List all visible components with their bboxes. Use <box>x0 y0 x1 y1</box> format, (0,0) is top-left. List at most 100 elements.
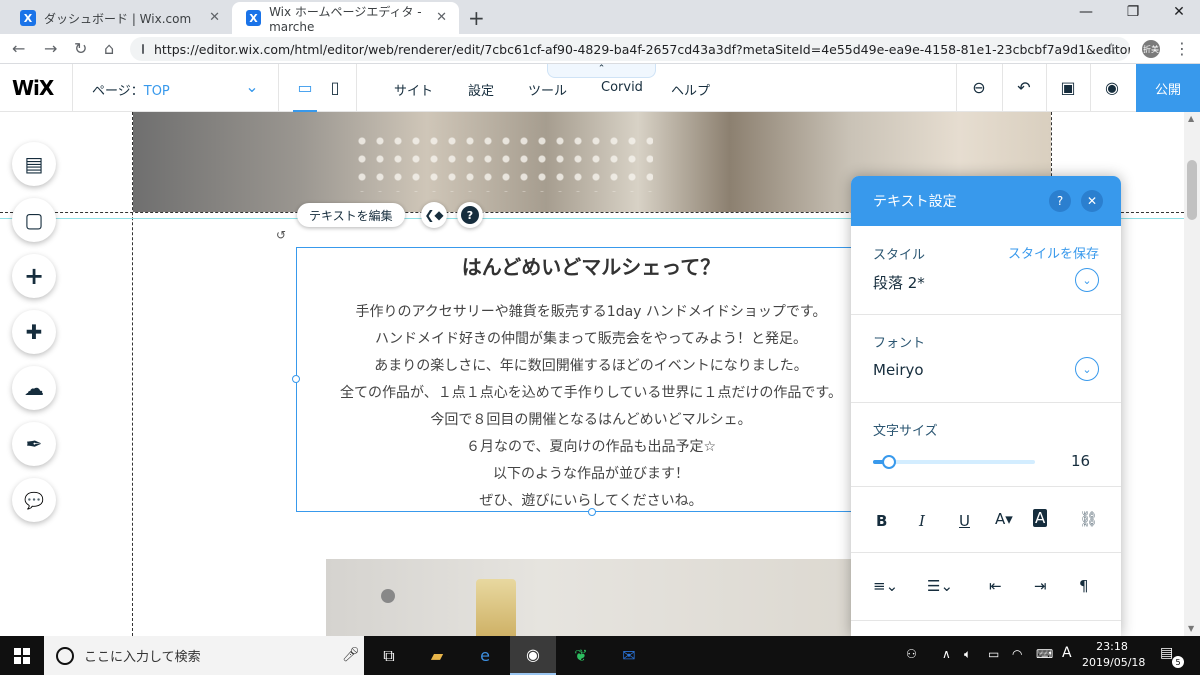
indent-icon[interactable]: ⇥ <box>1034 577 1047 595</box>
more-menu-icon[interactable]: ⋮ <box>1174 39 1190 58</box>
close-tab-icon[interactable]: ✕ <box>436 10 447 25</box>
file-explorer-icon[interactable]: ▰ <box>414 636 460 675</box>
desktop-view-icon[interactable]: ▭ <box>295 78 315 97</box>
help-button[interactable]: ? <box>457 202 483 228</box>
highlight-color-icon[interactable]: A <box>1033 509 1048 527</box>
animation-icon[interactable]: ❮◆ <box>421 202 447 228</box>
font-dropdown-chevron-icon[interactable]: ⌄ <box>1075 357 1099 381</box>
font-size-value[interactable]: 16 <box>1071 452 1090 470</box>
scroll-up-icon[interactable]: ▲ <box>1188 114 1194 123</box>
menu-help[interactable]: ヘルプ <box>671 80 710 99</box>
wifi-icon[interactable]: ◠ <box>1012 647 1022 661</box>
battery-icon[interactable]: ▭ <box>988 647 999 661</box>
add-apps-button[interactable]: ✚ <box>12 310 56 354</box>
font-size-slider[interactable] <box>873 455 1035 469</box>
text-color-icon[interactable]: A▾ <box>995 510 1013 528</box>
font-value[interactable]: Meiryo <box>873 361 924 379</box>
earring-product-image[interactable] <box>326 559 866 636</box>
back-icon[interactable]: ← <box>12 39 25 58</box>
slider-handle[interactable] <box>882 455 896 469</box>
paragraph-line[interactable]: ぜひ、遊びにいらしてくださいね。 <box>296 490 886 510</box>
close-tab-icon[interactable]: ✕ <box>209 10 220 25</box>
media-upload-button[interactable]: ☁ <box>12 366 56 410</box>
windows-start-icon[interactable] <box>14 648 30 664</box>
restore-icon[interactable]: ❐ <box>1110 4 1156 20</box>
blog-button[interactable]: ✒ <box>12 422 56 466</box>
outlook-icon[interactable]: ✉ <box>606 636 652 675</box>
background-button[interactable]: ▢ <box>12 198 56 242</box>
scroll-down-icon[interactable]: ▼ <box>1188 624 1194 633</box>
canvas-scrollbar[interactable]: ▲ ▼ <box>1184 112 1200 636</box>
close-window-icon[interactable]: ✕ <box>1156 4 1200 20</box>
keyboard-icon[interactable]: ⌨ <box>1036 647 1053 661</box>
edit-text-button[interactable]: テキストを編集 <box>297 203 405 227</box>
forward-icon[interactable]: → <box>44 39 57 58</box>
taskbar-search-input[interactable]: ここに入力して検索 🎤︎ <box>44 636 364 675</box>
volume-icon[interactable]: 🔈︎ <box>964 647 971 662</box>
publish-button[interactable]: 公開 <box>1136 64 1200 112</box>
add-element-button[interactable]: + <box>12 254 56 298</box>
menu-tools[interactable]: ツール <box>528 80 567 99</box>
divider <box>956 64 957 112</box>
style-value[interactable]: 段落 2* <box>873 272 925 293</box>
chrome-icon[interactable]: ◉ <box>510 636 556 675</box>
paragraph-line[interactable]: 手作りのアクセサリーや雑貨を販売する1day ハンドメイドショップです。 <box>296 301 886 321</box>
avatar[interactable]: 折美 <box>1142 40 1160 58</box>
preview-eye-icon[interactable]: ◉ <box>1102 78 1122 97</box>
link-icon[interactable]: ⛓ <box>1079 510 1098 528</box>
align-center-icon[interactable]: ≡⌄ <box>873 577 898 595</box>
page-selector[interactable]: ページ：TOP <box>92 80 170 99</box>
chevron-down-icon[interactable]: ⌄ <box>242 77 262 96</box>
tab-dashboard[interactable]: X ダッシュボード | Wix.com ✕ <box>6 2 232 34</box>
menu-corvid[interactable]: Corvid <box>601 80 643 95</box>
text-direction-icon[interactable]: ¶ <box>1079 577 1089 595</box>
bullet-list-icon[interactable]: ☰⌄ <box>927 577 953 595</box>
task-view-icon[interactable]: ⧉ <box>366 636 412 675</box>
ime-indicator[interactable]: A <box>1062 645 1072 661</box>
show-hidden-icons[interactable]: ∧ <box>942 647 951 661</box>
minimize-icon[interactable]: — <box>1063 4 1109 20</box>
panel-close-icon[interactable]: ✕ <box>1081 190 1103 212</box>
url-field[interactable]: https://editor.wix.com/html/editor/web/r… <box>130 37 1130 61</box>
font-size-label: 文字サイズ <box>873 424 938 439</box>
people-icon[interactable]: ⚇ <box>906 647 917 661</box>
mobile-view-icon[interactable]: ▯ <box>325 78 345 97</box>
underline-button[interactable]: U <box>959 512 970 530</box>
paragraph-line[interactable]: あまりの楽しさに、年に数回開催するほどのイベントになりました。 <box>296 355 886 375</box>
outdent-icon[interactable]: ⇤ <box>989 577 1002 595</box>
undo-icon[interactable]: ↶ <box>1014 78 1034 97</box>
chat-button[interactable]: 💬 <box>12 478 56 522</box>
text-settings-panel: テキスト設定 ? ✕ スタイル スタイルを保存 段落 2* ⌄ フォント Mei… <box>851 176 1121 636</box>
rotate-icon[interactable]: ↺ <box>276 228 286 242</box>
tab-editor[interactable]: X Wix ホームページエディタ - marche ✕ <box>232 2 459 34</box>
italic-button[interactable]: I <box>919 512 925 530</box>
save-icon[interactable]: ▣ <box>1058 78 1078 97</box>
menu-settings[interactable]: 設定 <box>468 80 494 99</box>
section-heading[interactable]: はんどめいどマルシェって？ <box>296 251 886 280</box>
evernote-icon[interactable]: ❦ <box>558 636 604 675</box>
taskbar-clock[interactable]: 23:18 2019/05/18 <box>1082 639 1145 671</box>
divider <box>1046 64 1047 112</box>
home-icon[interactable]: ⌂ <box>104 39 114 58</box>
save-style-link[interactable]: スタイルを保存 <box>1008 243 1099 262</box>
edge-browser-icon[interactable]: e <box>462 636 508 675</box>
zoom-icon[interactable]: ⊖ <box>969 78 989 97</box>
paragraph-line[interactable]: 全ての作品が、１点１点心を込めて手作りしている世界に１点だけの作品です。 <box>296 382 886 402</box>
paragraph-line[interactable]: 今回で８回目の開催となるはんどめいどマルシェ。 <box>296 409 886 429</box>
wix-logo: WiX <box>12 76 54 100</box>
paragraph-line[interactable]: ６月なので、夏向けの作品も出品予定☆ <box>296 436 886 456</box>
notification-center-icon[interactable]: ▤ <box>1160 645 1173 661</box>
pages-menu-button[interactable]: ▤ <box>12 142 56 186</box>
paragraph-line[interactable]: 以下のような作品が並びます！ <box>296 463 886 483</box>
menu-site[interactable]: サイト <box>394 80 433 99</box>
reload-icon[interactable]: ↻ <box>74 39 87 58</box>
corvid-dev-mode-toggle[interactable]: ⌃ <box>547 64 656 78</box>
bold-button[interactable]: B <box>876 512 887 530</box>
new-tab-icon[interactable]: + <box>468 6 485 30</box>
panel-help-icon[interactable]: ? <box>1049 190 1071 212</box>
style-dropdown-chevron-icon[interactable]: ⌄ <box>1075 268 1099 292</box>
microphone-icon[interactable]: 🎤︎ <box>342 647 360 663</box>
bookmark-star-icon[interactable]: ☆ <box>1104 39 1118 58</box>
scroll-thumb[interactable] <box>1187 160 1197 220</box>
paragraph-line[interactable]: ハンドメイド好きの仲間が集まって販売会をやってみよう！と発足。 <box>296 328 886 348</box>
